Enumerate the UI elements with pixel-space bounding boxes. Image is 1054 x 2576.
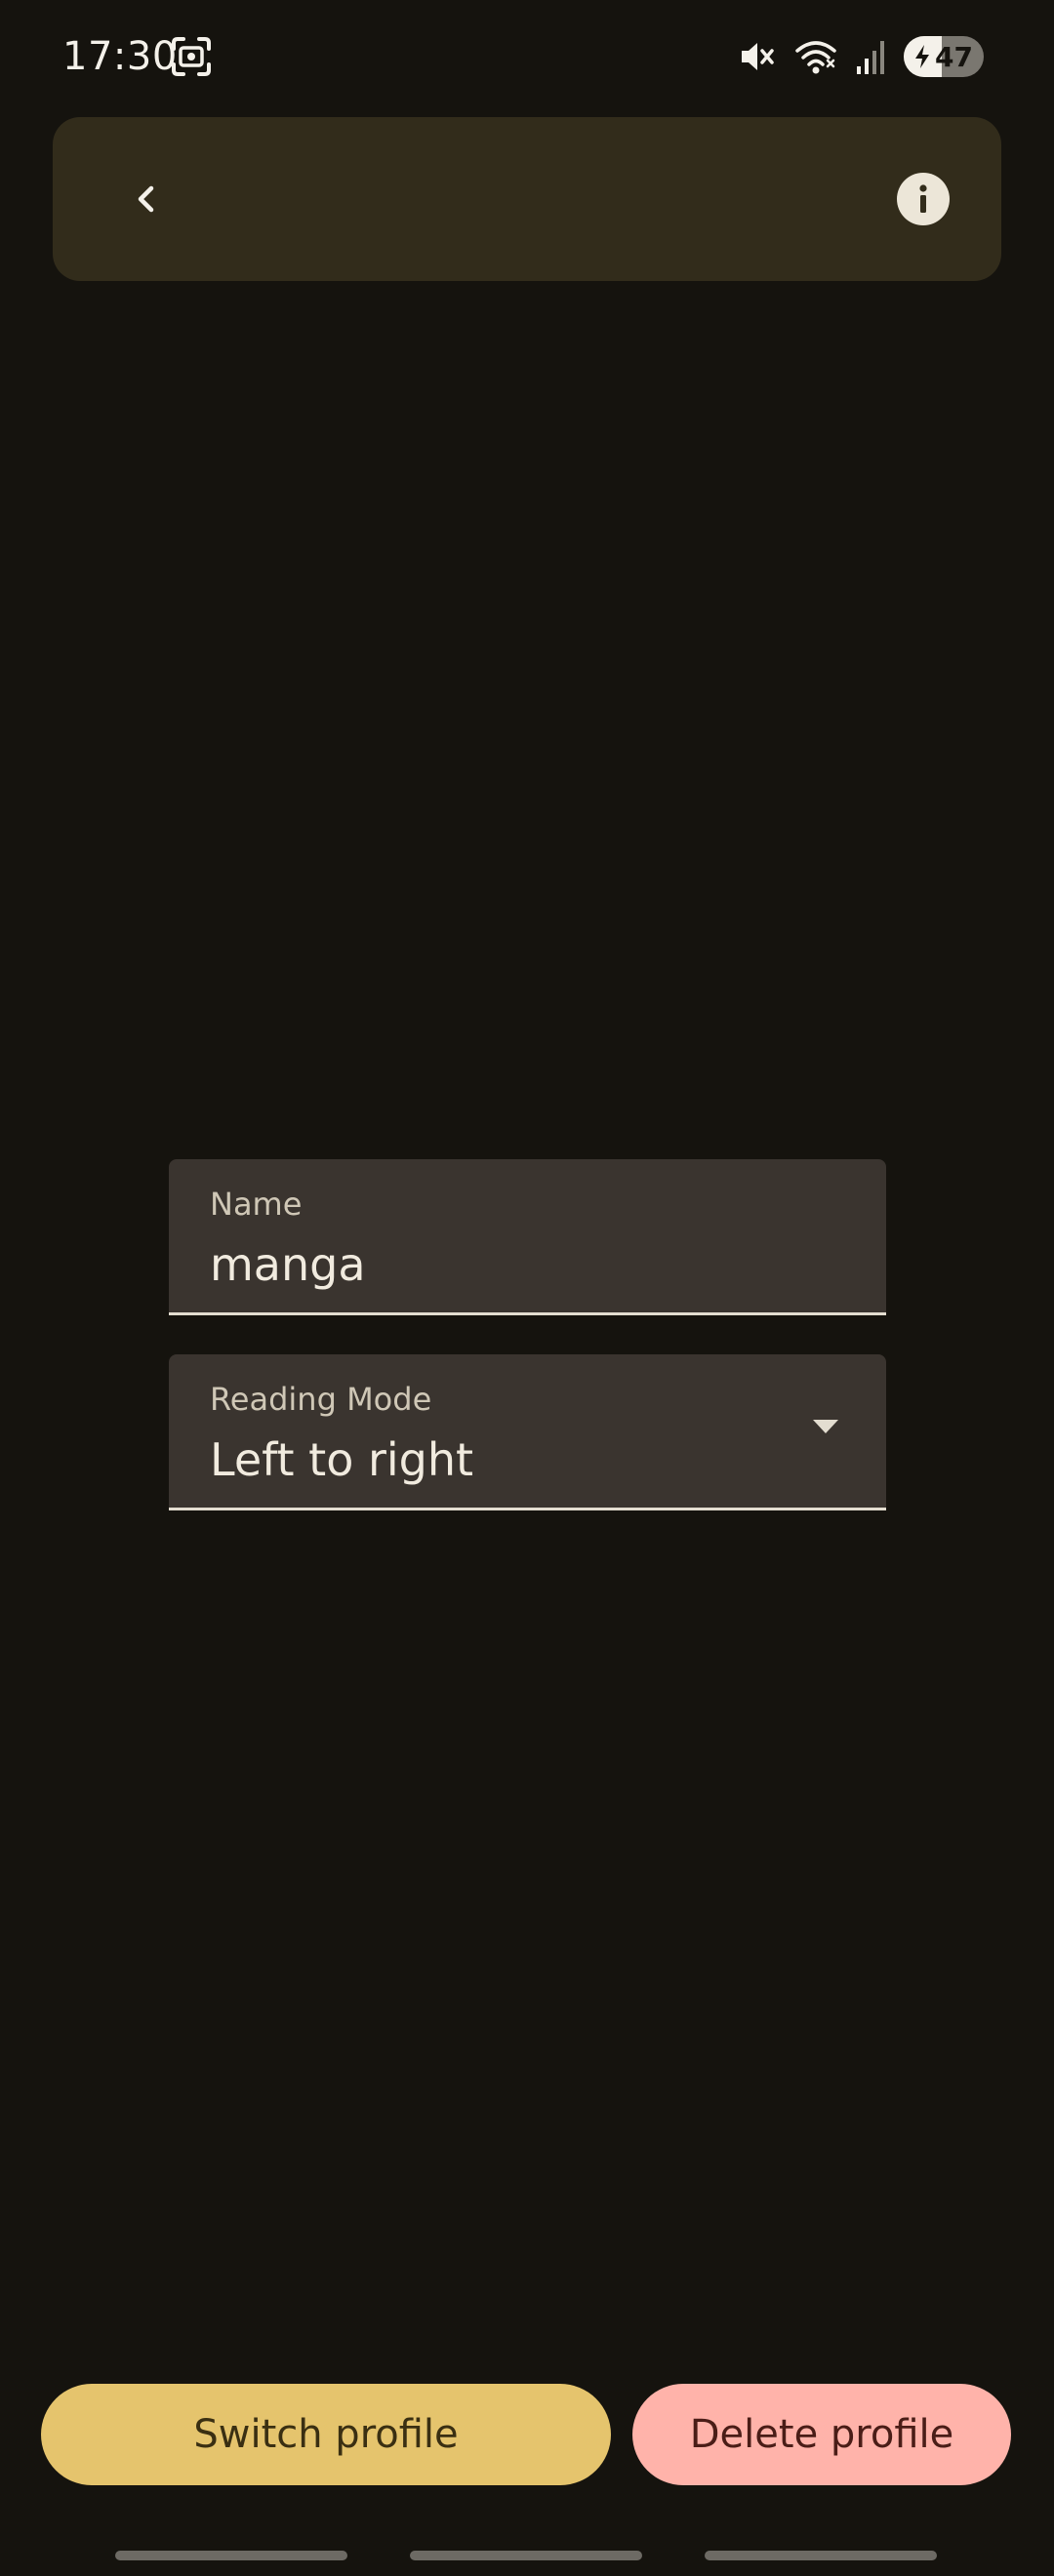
gesture-handle-center[interactable] [410, 2551, 642, 2560]
top-app-bar [53, 117, 1001, 281]
back-button[interactable] [103, 156, 189, 242]
info-button[interactable] [880, 156, 966, 242]
dropdown-arrow-icon[interactable] [812, 1419, 839, 1434]
wifi-icon [795, 41, 836, 74]
battery-indicator: 47 [904, 36, 984, 77]
gesture-navigation-bar [0, 2551, 1054, 2560]
screenshot-icon [172, 37, 211, 76]
info-icon [897, 173, 950, 225]
status-time: 17:30 [62, 34, 178, 79]
signal-icon [857, 41, 884, 74]
gesture-handle-left[interactable] [115, 2551, 347, 2560]
status-icons: 47 [738, 33, 984, 80]
mute-icon [742, 43, 774, 70]
chevron-left-icon [138, 185, 154, 213]
delete-profile-button[interactable]: Delete profile [632, 2384, 1011, 2485]
reading-mode-label: Reading Mode [210, 1381, 432, 1418]
switch-profile-button[interactable]: Switch profile [41, 2384, 611, 2485]
name-field[interactable]: Name manga [169, 1159, 886, 1315]
name-field-label: Name [210, 1186, 303, 1223]
reading-mode-dropdown[interactable]: Reading Mode Left to right [169, 1354, 886, 1510]
battery-charging-icon [915, 45, 929, 68]
name-field-value[interactable]: manga [210, 1235, 366, 1294]
screen: 17:30 47 Name manga Reading Mode Left to… [0, 0, 1054, 2576]
status-bar: 17:30 47 [0, 0, 1054, 109]
gesture-handle-right[interactable] [705, 2551, 937, 2560]
reading-mode-value: Left to right [210, 1433, 474, 1486]
battery-level: 47 [935, 40, 973, 73]
